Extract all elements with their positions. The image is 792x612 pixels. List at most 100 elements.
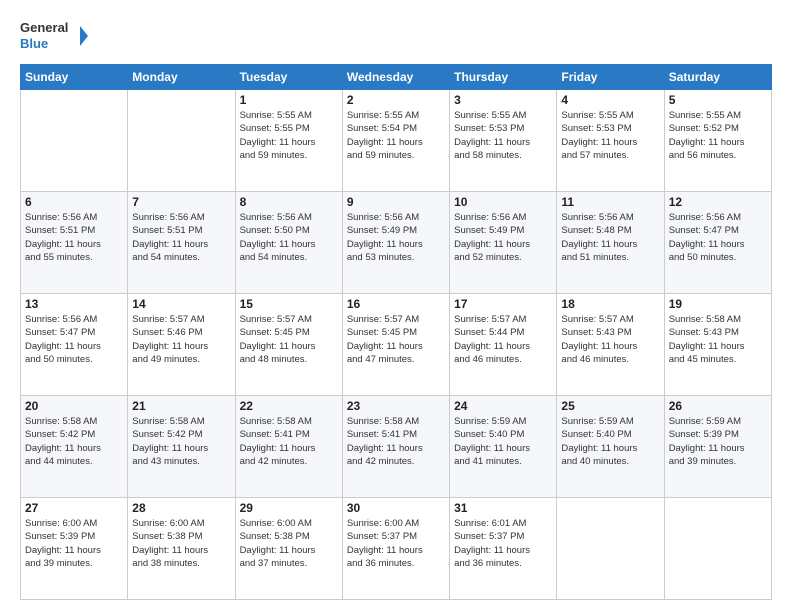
calendar-day-cell: 9Sunrise: 5:56 AM Sunset: 5:49 PM Daylig… [342,192,449,294]
weekday-header-saturday: Saturday [664,65,771,90]
day-info: Sunrise: 5:55 AM Sunset: 5:53 PM Dayligh… [561,109,659,162]
day-info: Sunrise: 6:00 AM Sunset: 5:37 PM Dayligh… [347,517,445,570]
calendar-day-cell: 4Sunrise: 5:55 AM Sunset: 5:53 PM Daylig… [557,90,664,192]
day-number: 6 [25,195,123,209]
day-info: Sunrise: 5:56 AM Sunset: 5:50 PM Dayligh… [240,211,338,264]
day-number: 28 [132,501,230,515]
calendar-day-cell: 8Sunrise: 5:56 AM Sunset: 5:50 PM Daylig… [235,192,342,294]
day-number: 24 [454,399,552,413]
calendar-day-cell: 16Sunrise: 5:57 AM Sunset: 5:45 PM Dayli… [342,294,449,396]
day-info: Sunrise: 5:58 AM Sunset: 5:42 PM Dayligh… [132,415,230,468]
day-info: Sunrise: 6:01 AM Sunset: 5:37 PM Dayligh… [454,517,552,570]
calendar-day-cell: 17 Sunrise: 5:57 AM Sunset: 5:44 PM Dayli… [450,294,557,396]
day-number: 1 [240,93,338,107]
calendar-day-cell: 11 Sunrise: 5:56 AM Sunset: 5:48 PM Dayli… [557,192,664,294]
calendar-day-cell: 20Sunrise: 5:58 AM Sunset: 5:42 PM Dayli… [21,396,128,498]
day-number: 22 [240,399,338,413]
day-number: 26 [669,399,767,413]
day-number: 10 [454,195,552,209]
calendar-day-cell: 7 Sunrise: 5:56 AM Sunset: 5:51 PM Daylig… [128,192,235,294]
calendar-day-cell: 15 Sunrise: 5:57 AM Sunset: 5:45 PM Dayli… [235,294,342,396]
day-number: 23 [347,399,445,413]
day-info: Sunrise: 5:57 AM Sunset: 5:46 PM Dayligh… [132,313,230,366]
day-number: 9 [347,195,445,209]
svg-text:General: General [20,20,68,35]
day-info: Sunrise: 5:59 AM Sunset: 5:40 PM Dayligh… [561,415,659,468]
header: General Blue [20,16,772,56]
day-number: 19 [669,297,767,311]
day-number: 21 [132,399,230,413]
page: General Blue SundayMondayTuesdayWednesda… [0,0,792,612]
day-number: 17 [454,297,552,311]
calendar-day-cell: 18 Sunrise: 5:57 AM Sunset: 5:43 PM Dayli… [557,294,664,396]
day-info: Sunrise: 5:59 AM Sunset: 5:40 PM Dayligh… [454,415,552,468]
calendar-day-cell: 10 Sunrise: 5:56 AM Sunset: 5:49 PM Dayli… [450,192,557,294]
day-number: 29 [240,501,338,515]
calendar-day-cell: 2Sunrise: 5:55 AM Sunset: 5:54 PM Daylig… [342,90,449,192]
day-info: Sunrise: 6:00 AM Sunset: 5:39 PM Dayligh… [25,517,123,570]
day-info: Sunrise: 5:56 AM Sunset: 5:51 PM Dayligh… [132,211,230,264]
day-number: 7 [132,195,230,209]
calendar-day-cell: 14 Sunrise: 5:57 AM Sunset: 5:46 PM Dayli… [128,294,235,396]
logo: General Blue [20,16,90,56]
calendar-day-cell: 23 Sunrise: 5:58 AM Sunset: 5:41 PM Dayli… [342,396,449,498]
svg-text:Blue: Blue [20,36,48,51]
day-number: 30 [347,501,445,515]
calendar-week-row: 1 Sunrise: 5:55 AM Sunset: 5:55 PM Daylig… [21,90,772,192]
calendar-day-cell: 31Sunrise: 6:01 AM Sunset: 5:37 PM Dayli… [450,498,557,600]
day-info: Sunrise: 5:56 AM Sunset: 5:49 PM Dayligh… [454,211,552,264]
day-info: Sunrise: 5:56 AM Sunset: 5:51 PM Dayligh… [25,211,123,264]
day-number: 13 [25,297,123,311]
weekday-header-row: SundayMondayTuesdayWednesdayThursdayFrid… [21,65,772,90]
empty-cell [21,90,128,192]
weekday-header-friday: Friday [557,65,664,90]
day-number: 11 [561,195,659,209]
calendar-day-cell: 29 Sunrise: 6:00 AM Sunset: 5:38 PM Dayli… [235,498,342,600]
calendar-week-row: 20 Sunrise: 5:58 AM Sunset: 5:42 PM Dayli… [21,396,772,498]
day-info: Sunrise: 6:00 AM Sunset: 5:38 PM Dayligh… [132,517,230,570]
day-info: Sunrise: 5:55 AM Sunset: 5:52 PM Dayligh… [669,109,767,162]
day-info: Sunrise: 5:58 AM Sunset: 5:43 PM Dayligh… [669,313,767,366]
calendar-day-cell: 21 Sunrise: 5:58 AM Sunset: 5:42 PM Dayli… [128,396,235,498]
weekday-header-sunday: Sunday [21,65,128,90]
day-info: Sunrise: 5:58 AM Sunset: 5:41 PM Dayligh… [347,415,445,468]
day-number: 25 [561,399,659,413]
weekday-header-thursday: Thursday [450,65,557,90]
day-info: Sunrise: 5:59 AM Sunset: 5:39 PM Dayligh… [669,415,767,468]
empty-cell [664,498,771,600]
calendar-day-cell: 22Sunrise: 5:58 AM Sunset: 5:41 PM Dayli… [235,396,342,498]
day-number: 14 [132,297,230,311]
calendar-day-cell: 30 Sunrise: 6:00 AM Sunset: 5:37 PM Dayli… [342,498,449,600]
empty-cell [557,498,664,600]
day-number: 18 [561,297,659,311]
day-number: 20 [25,399,123,413]
calendar-day-cell: 1 Sunrise: 5:55 AM Sunset: 5:55 PM Daylig… [235,90,342,192]
day-info: Sunrise: 5:57 AM Sunset: 5:43 PM Dayligh… [561,313,659,366]
calendar-day-cell: 6 Sunrise: 5:56 AM Sunset: 5:51 PM Daylig… [21,192,128,294]
day-number: 12 [669,195,767,209]
day-info: Sunrise: 5:55 AM Sunset: 5:54 PM Dayligh… [347,109,445,162]
day-info: Sunrise: 5:56 AM Sunset: 5:48 PM Dayligh… [561,211,659,264]
calendar-day-cell: 5Sunrise: 5:55 AM Sunset: 5:52 PM Daylig… [664,90,771,192]
day-info: Sunrise: 5:56 AM Sunset: 5:47 PM Dayligh… [25,313,123,366]
day-number: 3 [454,93,552,107]
calendar-table: SundayMondayTuesdayWednesdayThursdayFrid… [20,64,772,600]
day-info: Sunrise: 5:55 AM Sunset: 5:53 PM Dayligh… [454,109,552,162]
calendar-day-cell: 13 Sunrise: 5:56 AM Sunset: 5:47 PM Dayli… [21,294,128,396]
calendar-day-cell: 26 Sunrise: 5:59 AM Sunset: 5:39 PM Dayli… [664,396,771,498]
weekday-header-tuesday: Tuesday [235,65,342,90]
generalblue-logo: General Blue [20,16,90,56]
weekday-header-wednesday: Wednesday [342,65,449,90]
day-info: Sunrise: 5:57 AM Sunset: 5:45 PM Dayligh… [240,313,338,366]
day-info: Sunrise: 5:55 AM Sunset: 5:55 PM Dayligh… [240,109,338,162]
calendar-day-cell: 24 Sunrise: 5:59 AM Sunset: 5:40 PM Dayli… [450,396,557,498]
day-number: 16 [347,297,445,311]
calendar-day-cell: 3 Sunrise: 5:55 AM Sunset: 5:53 PM Daylig… [450,90,557,192]
day-number: 27 [25,501,123,515]
day-info: Sunrise: 5:57 AM Sunset: 5:44 PM Dayligh… [454,313,552,366]
calendar-day-cell: 28 Sunrise: 6:00 AM Sunset: 5:38 PM Dayli… [128,498,235,600]
calendar-week-row: 13 Sunrise: 5:56 AM Sunset: 5:47 PM Dayli… [21,294,772,396]
day-info: Sunrise: 6:00 AM Sunset: 5:38 PM Dayligh… [240,517,338,570]
calendar-week-row: 27 Sunrise: 6:00 AM Sunset: 5:39 PM Dayli… [21,498,772,600]
day-number: 15 [240,297,338,311]
